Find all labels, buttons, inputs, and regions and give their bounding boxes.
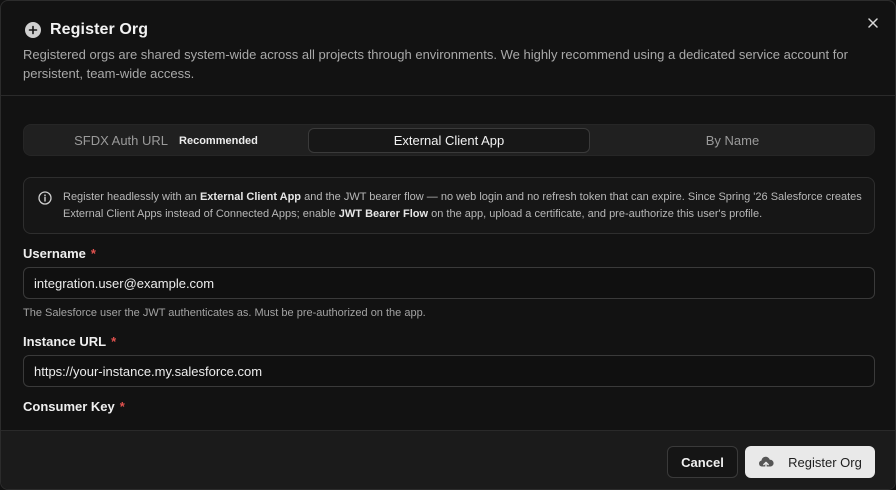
register-org-label: Register Org bbox=[788, 454, 862, 470]
consumer-key-label: Consumer Key * bbox=[23, 399, 125, 414]
cloud-upload-icon bbox=[759, 456, 774, 469]
tab-label: External Client App bbox=[393, 133, 505, 148]
username-field[interactable]: integration.user@example.com bbox=[23, 267, 875, 299]
register-org-dialog: Register Org Registered orgs are shared … bbox=[0, 0, 896, 490]
username-hint: The Salesforce user the JWT authenticate… bbox=[23, 307, 426, 319]
info-icon bbox=[38, 191, 52, 205]
instance-url-label: Instance URL * bbox=[23, 334, 117, 349]
info-text: Register headlessly with an External Cli… bbox=[63, 191, 862, 220]
tab-sfdx-auth-url[interactable]: SFDX Auth URL Recommended bbox=[27, 128, 305, 153]
dialog-footer: Cancel Register Org bbox=[1, 430, 895, 489]
instance-url-value: https://your-instance.my.salesforce.com bbox=[34, 363, 263, 379]
recommended-badge: Recommended bbox=[179, 134, 258, 147]
dialog-title: Register Org bbox=[50, 21, 149, 38]
register-org-button[interactable]: Register Org bbox=[745, 446, 875, 478]
required-marker: * bbox=[90, 246, 96, 261]
tab-label: By Name bbox=[705, 133, 760, 148]
dialog-header: Register Org Registered orgs are shared … bbox=[1, 1, 895, 96]
dialog-description: Registered orgs are shared system-wide a… bbox=[23, 47, 848, 81]
tab-label: SFDX Auth URL bbox=[74, 133, 169, 148]
tab-by-name[interactable]: By Name bbox=[593, 128, 872, 153]
username-value: integration.user@example.com bbox=[34, 275, 215, 291]
info-callout: Register headlessly with an External Cli… bbox=[23, 177, 875, 234]
required-marker: * bbox=[111, 334, 117, 349]
cancel-button[interactable]: Cancel bbox=[667, 446, 738, 478]
username-label: Username * bbox=[23, 246, 96, 261]
required-marker: * bbox=[119, 399, 125, 414]
plus-circle-icon bbox=[25, 22, 41, 38]
tab-external-client-app[interactable]: External Client App bbox=[308, 128, 590, 153]
close-icon[interactable] bbox=[865, 15, 881, 31]
instance-url-field[interactable]: https://your-instance.my.salesforce.com bbox=[23, 355, 875, 387]
auth-method-tabs: SFDX Auth URL Recommended External Clien… bbox=[23, 124, 875, 156]
title-row: Register Org bbox=[25, 20, 148, 40]
